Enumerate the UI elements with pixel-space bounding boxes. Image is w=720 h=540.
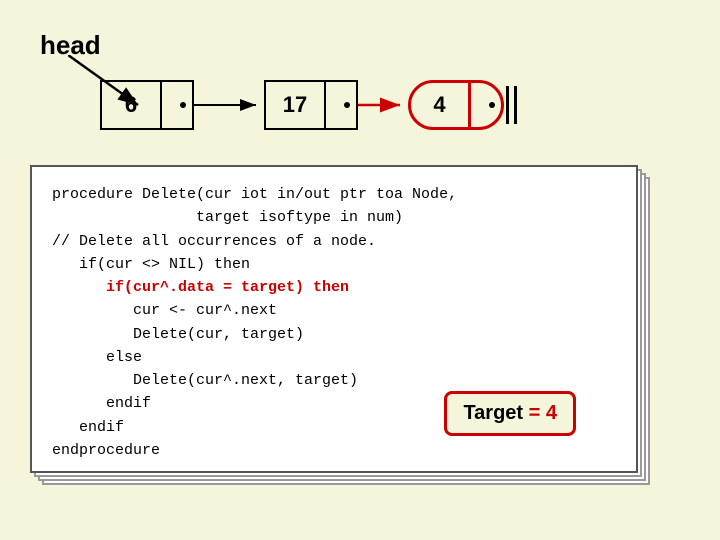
code-line-4: if(cur <> NIL) then [52, 253, 616, 276]
code-line-7: Delete(cur, target) [52, 323, 616, 346]
node-pointer-17 [326, 82, 356, 128]
paper-stack: procedure Delete(cur iot in/out ptr toa … [30, 165, 650, 473]
code-line-3: // Delete all occurrences of a node. [52, 230, 616, 253]
code-line-6: cur <- cur^.next [52, 299, 616, 322]
linked-list: 6 17 [100, 80, 517, 130]
head-arrow [68, 55, 148, 110]
target-badge: Target = 4 [444, 391, 576, 436]
code-line-12: endprocedure [52, 439, 616, 462]
terminator [506, 80, 517, 130]
node-value-4: 4 [411, 83, 471, 127]
node-4: 4 [408, 80, 504, 130]
node-pointer-6 [162, 82, 192, 128]
target-equals: = 4 [529, 402, 557, 424]
code-line-1: procedure Delete(cur iot in/out ptr toa … [52, 183, 616, 206]
arrow-6-17 [194, 95, 264, 115]
node-17: 17 [264, 80, 358, 130]
node-pointer-4 [471, 83, 501, 127]
code-highlighted: if(cur^.data = target) then [106, 279, 349, 296]
code-panel: procedure Delete(cur iot in/out ptr toa … [30, 165, 638, 473]
code-line-2: target isoftype in num) [52, 206, 616, 229]
code-line-8: else [52, 346, 616, 369]
code-line-9: Delete(cur^.next, target) [52, 369, 616, 392]
node-value-17: 17 [266, 82, 326, 128]
node-box-17: 17 [264, 80, 358, 130]
code-line-5: if(cur^.data = target) then [52, 276, 616, 299]
arrow-17-4 [358, 95, 408, 115]
node-box-4: 4 [408, 80, 504, 130]
main-container: head 6 [0, 0, 720, 540]
